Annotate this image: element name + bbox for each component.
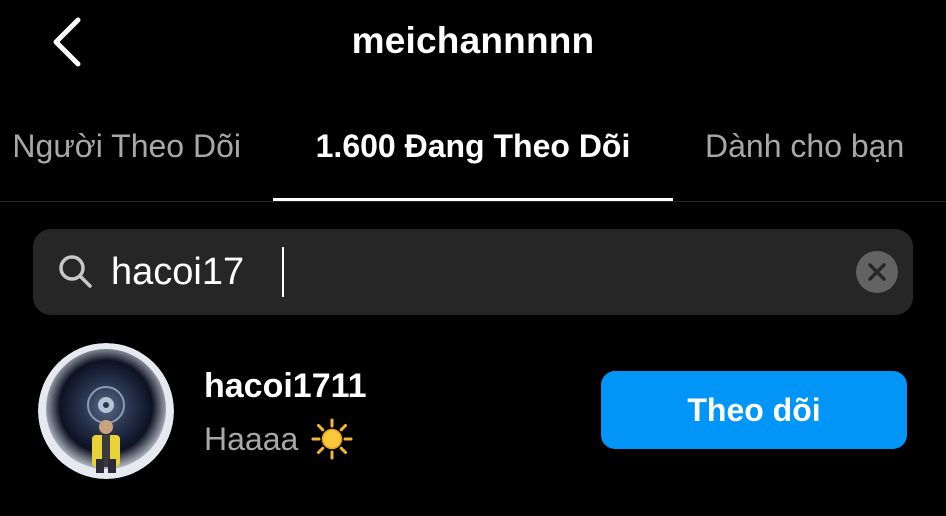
clear-icon <box>868 263 886 281</box>
tab-suggested[interactable]: Dành cho bạn <box>705 128 904 165</box>
tab-following[interactable]: 1.600 Đang Theo Dõi <box>273 128 673 165</box>
username[interactable]: hacoi1711 <box>204 367 367 406</box>
search-bar[interactable] <box>33 229 913 315</box>
text-caret <box>282 247 284 297</box>
full-name: Haaaa <box>204 417 354 461</box>
list-item[interactable]: hacoi1711 Haaaa Theo dõi <box>0 333 946 493</box>
top-bar: meichannnnn <box>0 0 946 92</box>
sun-icon <box>311 418 353 460</box>
page-title: meichannnnn <box>351 20 595 61</box>
search-icon <box>59 255 92 288</box>
follow-tabs: Người Theo Dõi 1.600 Đang Theo Dõi Dành … <box>0 92 946 202</box>
follow-button[interactable]: Theo dõi <box>601 371 907 449</box>
full-name-text: Haaaa <box>204 420 299 457</box>
clear-search-button[interactable] <box>856 251 898 293</box>
avatar[interactable] <box>38 343 174 479</box>
tab-followers[interactable]: Người Theo Dõi <box>12 128 241 165</box>
active-tab-indicator <box>273 198 673 201</box>
search-input[interactable] <box>111 229 811 315</box>
avatar-image <box>38 343 174 479</box>
